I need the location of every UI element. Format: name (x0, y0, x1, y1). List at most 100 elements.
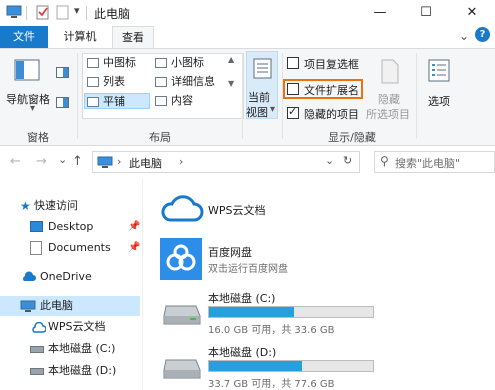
gallery-scroll-up-icon[interactable]: ▲ (228, 55, 234, 64)
nav-label: Desktop (48, 220, 94, 233)
options-button[interactable]: 选项 (420, 53, 462, 119)
hide-selected-button[interactable]: 隐藏 所选项目 (366, 53, 416, 121)
layout-item-label: 内容 (171, 94, 193, 107)
pin-icon[interactable]: 📌 (128, 217, 140, 237)
layout-item-label: 平铺 (103, 95, 125, 108)
tile-drive-d[interactable]: 本地磁盘 (D:) 33.7 GB 可用，共 77.6 GB (158, 342, 378, 390)
tile-title: WPS云文档 (208, 204, 266, 217)
tile-title: 百度网盘 (208, 246, 252, 259)
back-arrow-icon[interactable]: ← (10, 154, 21, 169)
tile-subtitle: 16.0 GB 可用，共 33.6 GB (208, 325, 335, 336)
current-view-icon (253, 58, 273, 83)
pin-icon[interactable]: 📌 (128, 238, 140, 258)
wps-cloud-icon (30, 321, 47, 341)
drive-usage-bar (208, 360, 374, 372)
search-placeholder: 搜索"此电脑" (395, 157, 461, 170)
tab-file[interactable]: 文件 (0, 26, 48, 48)
pane-divider[interactable] (142, 178, 143, 390)
hidden-items-checkbox[interactable] (287, 105, 299, 119)
hide-selected-label-2: 所选项目 (366, 108, 410, 121)
this-pc-icon (6, 5, 22, 19)
dropdown-arrow-icon: ▾ (30, 103, 36, 114)
layout-item-label: 详细信息 (171, 75, 215, 88)
layout-item-label: 中图标 (103, 56, 136, 69)
baidu-netdisk-icon (160, 238, 202, 280)
nav-onedrive[interactable]: OneDrive (0, 267, 140, 287)
title-bar: ▾ 此电脑 — ☐ ✕ (0, 0, 495, 26)
details-icon (155, 77, 167, 87)
search-icon: ⚲ (380, 154, 389, 168)
layout-details[interactable]: 详细信息 (153, 74, 239, 90)
item-checkboxes-toggle[interactable]: 项目复选框 (286, 55, 376, 71)
tile-baidu-netdisk[interactable]: 百度网盘 双击运行百度网盘 (158, 236, 358, 284)
preview-pane-icon[interactable] (56, 67, 70, 82)
breadcrumb-chevron-icon[interactable]: › (179, 155, 183, 168)
nav-wps-cloud[interactable]: WPS云文档 (0, 317, 140, 337)
nav-label: WPS云文档 (48, 320, 106, 333)
help-icon[interactable]: ? (475, 27, 490, 42)
tab-computer[interactable]: 计算机 (52, 26, 108, 48)
details-pane-icon[interactable] (56, 97, 70, 112)
navigation-pane-label: 导航窗格 (6, 93, 50, 106)
nav-documents[interactable]: Documents 📌 (0, 238, 140, 258)
refresh-icon[interactable]: ↻ (343, 154, 352, 167)
layout-tiles[interactable]: 平铺 (84, 93, 150, 109)
layout-gallery: 中图标 小图标 列表 详细信息 平铺 内容 (82, 53, 244, 119)
maximize-button[interactable]: ☐ (403, 0, 449, 26)
nav-local-d[interactable]: 本地磁盘 (D:) (0, 361, 140, 381)
up-arrow-icon[interactable]: ↑ (72, 154, 83, 169)
documents-icon (30, 241, 42, 255)
drive-usage-bar (208, 306, 374, 318)
tile-subtitle: 33.7 GB 可用，共 77.6 GB (208, 379, 335, 390)
tile-title: 本地磁盘 (D:) (208, 346, 277, 359)
address-dropdown-icon[interactable]: ⌄ (325, 154, 334, 167)
tile-wps-cloud[interactable]: WPS云文档 (158, 188, 358, 230)
separator (26, 6, 27, 20)
tile-drive-c[interactable]: 本地磁盘 (C:) 16.0 GB 可用，共 33.6 GB (158, 288, 378, 336)
hidden-items-label: 隐藏的项目 (304, 108, 359, 121)
gallery-scroll-down-icon[interactable]: ▼ (228, 79, 234, 88)
hard-drive-icon (162, 304, 202, 329)
item-checkboxes-checkbox[interactable] (287, 57, 299, 69)
close-button[interactable]: ✕ (449, 0, 495, 26)
layout-content[interactable]: 内容 (153, 93, 239, 109)
layout-list[interactable]: 列表 (85, 74, 151, 90)
breadcrumb-this-pc[interactable]: 此电脑 (129, 155, 162, 171)
star-icon: ★ (20, 199, 31, 213)
hidden-items-toggle[interactable]: 隐藏的项目 (286, 105, 376, 121)
customize-toolbar-icon[interactable]: ▾ (74, 4, 80, 17)
navigation-pane-icon (14, 59, 40, 86)
minimize-button[interactable]: — (357, 0, 403, 26)
cloud-icon (20, 270, 36, 290)
file-extensions-toggle[interactable]: 文件扩展名 (283, 79, 363, 99)
tab-view[interactable]: 查看 (112, 26, 154, 49)
wps-cloud-icon (160, 190, 204, 227)
layout-group-label: 布局 (149, 131, 171, 144)
properties-icon[interactable] (36, 5, 50, 20)
medium-icons-icon (87, 58, 99, 68)
item-checkboxes-label: 项目复选框 (304, 58, 359, 71)
nav-label: 本地磁盘 (D:) (48, 364, 117, 377)
nav-desktop[interactable]: Desktop 📌 (0, 217, 140, 237)
nav-this-pc[interactable]: 此电脑 (0, 296, 140, 316)
group-separator (242, 53, 243, 139)
address-bar[interactable]: › 此电脑 › ⌄ ↻ (92, 151, 360, 173)
layout-small-icons[interactable]: 小图标 (153, 55, 239, 71)
new-folder-icon[interactable] (56, 5, 70, 20)
nav-label: 快速访问 (34, 199, 78, 212)
search-input[interactable]: ⚲ 搜索"此电脑" (374, 151, 495, 173)
current-view-label-2: 视图 (246, 106, 268, 119)
nav-quick-access[interactable]: ★ 快速访问 (0, 196, 140, 216)
hide-selected-icon (380, 59, 400, 88)
recent-locations-icon[interactable]: ⌄ (58, 153, 67, 166)
content-icon (155, 96, 167, 106)
forward-arrow-icon[interactable]: → (36, 154, 47, 169)
tile-subtitle: 双击运行百度网盘 (208, 264, 288, 275)
nav-local-c[interactable]: 本地磁盘 (C:) (0, 339, 140, 359)
collapse-ribbon-icon[interactable]: ⌄ (459, 29, 469, 43)
file-extensions-checkbox[interactable] (287, 83, 299, 95)
layout-medium-icons[interactable]: 中图标 (85, 55, 151, 71)
breadcrumb-chevron-icon[interactable]: › (117, 155, 121, 168)
show-hide-group-label: 显示/隐藏 (328, 131, 376, 144)
window-title: 此电脑 (94, 7, 131, 21)
